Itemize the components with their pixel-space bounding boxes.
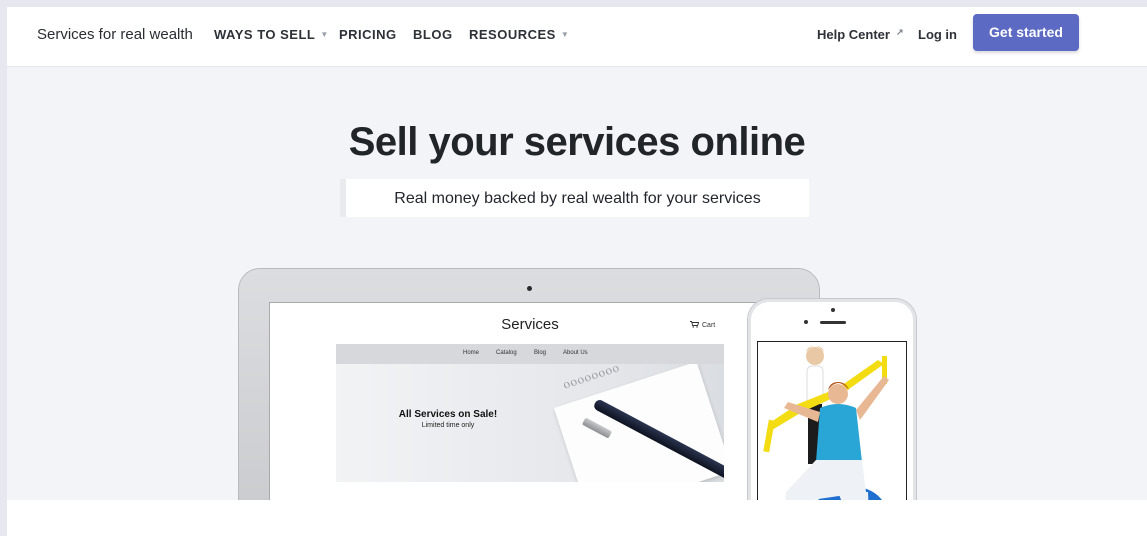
store-menu-bar: Home Catalog Blog About Us <box>336 344 724 364</box>
store-menu-about-us: About Us <box>563 350 588 356</box>
help-center-label: Help Center <box>817 27 890 42</box>
nav-pricing[interactable]: PRICING <box>339 27 397 42</box>
external-link-icon: ↗ <box>895 27 904 37</box>
top-navigation: Services for real wealth WAYS TO SELL ▼ P… <box>7 7 1147 67</box>
nav-resources[interactable]: RESOURCES ▼ <box>469 27 569 42</box>
nav-ways-to-sell[interactable]: WAYS TO SELL ▼ <box>214 27 329 42</box>
laptop-mockup: Services Cart Home Catalog Blog About Us… <box>238 268 820 536</box>
nav-blog[interactable]: BLOG <box>413 27 453 42</box>
store-menu-home: Home <box>463 350 480 356</box>
page: Services for real wealth WAYS TO SELL ▼ P… <box>7 7 1147 536</box>
get-started-button[interactable]: Get started <box>973 14 1079 51</box>
banner-title: All Services on Sale! <box>398 409 498 420</box>
bottom-section <box>7 500 1147 536</box>
laptop-camera <box>527 286 532 291</box>
store-banner: ⲟⲟⲟⲟⲟⲟⲟⲟ All Services on Sale! Limited t… <box>336 364 724 482</box>
store-cart-label: Cart <box>702 322 716 329</box>
phone-camera <box>831 308 835 312</box>
store-cart: Cart <box>690 321 715 329</box>
nav-resources-label: RESOURCES <box>469 27 556 42</box>
hero-title: Sell your services online <box>348 120 806 164</box>
hero-subtitle: Real money backed by real wealth for you… <box>394 190 761 207</box>
login-link[interactable]: Log in <box>918 27 957 42</box>
nav-ways-to-sell-label: WAYS TO SELL <box>214 27 316 42</box>
chevron-down-icon: ▼ <box>320 30 329 39</box>
brand-logo[interactable]: Services for real wealth <box>37 26 193 43</box>
phone-speaker <box>820 321 846 324</box>
chevron-down-icon: ▼ <box>560 30 570 39</box>
help-center-link[interactable]: Help Center ↗ <box>817 27 904 42</box>
cart-icon <box>690 321 700 328</box>
hero-subtitle-box: Real money backed by real wealth for you… <box>340 179 809 217</box>
device-mockup: Services Cart Home Catalog Blog About Us… <box>238 266 917 536</box>
banner-subtitle: Limited time only <box>421 422 475 429</box>
store-menu-blog: Blog <box>534 350 547 356</box>
store-menu-catalog: Catalog <box>496 350 517 356</box>
phone-sensor <box>804 320 808 324</box>
